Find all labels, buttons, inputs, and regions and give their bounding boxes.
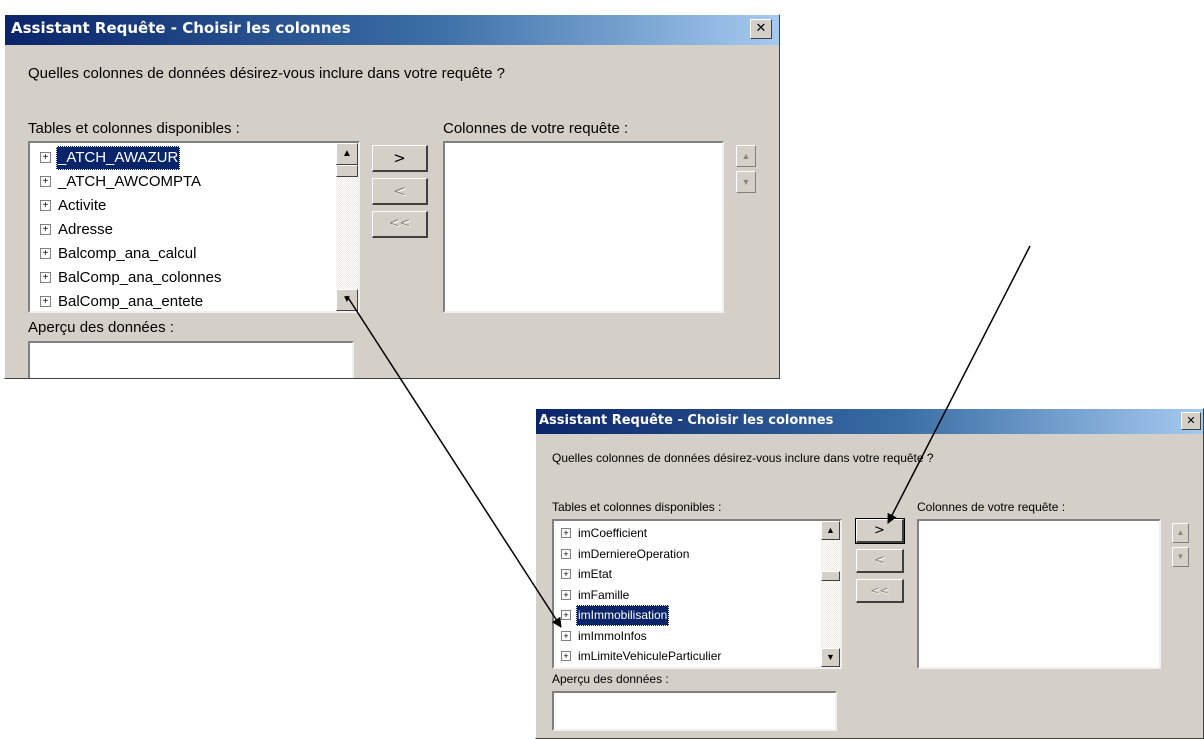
annotation-arrows [346,245,1031,628]
arrow-to-add-button [887,245,1031,524]
arrow-to-selected-item [346,295,562,628]
